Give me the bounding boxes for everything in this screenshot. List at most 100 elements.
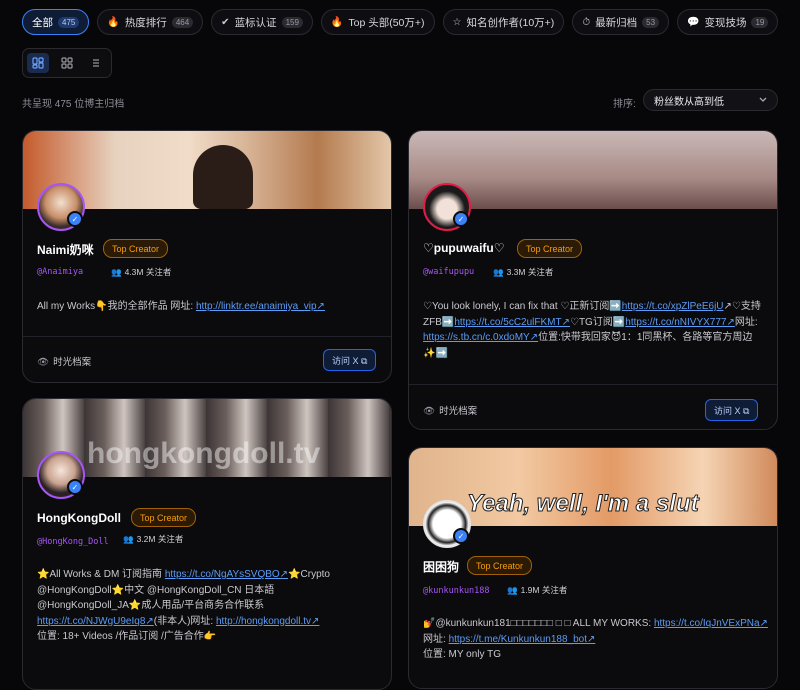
tab-count: 19	[751, 16, 769, 28]
creator-handle[interactable]: @HongKong_Doll	[37, 537, 109, 547]
list-view-button[interactable]	[85, 53, 107, 73]
follower-count-text: 1.9M 关注者	[520, 585, 568, 595]
tab-count: 159	[281, 16, 303, 28]
creator-name: Naimi奶咪	[37, 243, 94, 257]
creator-name: 困困狗	[423, 560, 460, 574]
tab-count: 464	[171, 16, 194, 28]
tab-label: 最新归档	[595, 16, 638, 29]
visit-x-button[interactable]: 访问 X ⧉	[323, 349, 377, 371]
cover-figure	[193, 145, 253, 209]
check-circle-icon: ✔	[221, 16, 230, 28]
verified-badge-icon: ✓	[67, 479, 83, 495]
follower-count: 👥 1.9M 关注者	[507, 584, 567, 596]
creator-name: HongKongDoll	[37, 511, 121, 525]
follower-count-text: 3.2M 关注者	[136, 534, 184, 544]
bio-link[interactable]: https://t.co/NJWgU9eIq8↗	[37, 616, 154, 627]
bio-text: All my Works👇我的全部作品 网址:	[37, 301, 196, 312]
creator-bio: ⭐All Works & DM 订阅指南 https://t.co/NgAYsS…	[37, 567, 379, 645]
grid-view-button[interactable]	[56, 53, 78, 73]
time-archive-link[interactable]: 👁 时光档案	[37, 354, 91, 368]
tab-top-head[interactable]: 🔥 Top 头部(50万+)	[320, 9, 435, 35]
users-icon: 👥	[111, 267, 122, 277]
bio-link[interactable]: https://t.co/nNIVYX777↗	[625, 317, 735, 328]
tab-latest-archive[interactable]: ⏱ 最新归档 53	[572, 9, 670, 35]
creator-card: Yeah, well, I'm a slut ✓ 困困狗 Top Creator…	[408, 447, 778, 689]
bio-link[interactable]: https://t.co/IqJnVExPNa↗	[654, 618, 768, 629]
visit-x-button[interactable]: 访问 X ⧉	[705, 399, 759, 421]
eye-icon: 👁	[37, 357, 50, 368]
bio-link[interactable]: https://t.co/5cC2ulFKMT↗	[454, 317, 570, 328]
masonry-icon	[32, 57, 44, 69]
tab-verified[interactable]: ✔ 蓝标认证 159	[211, 9, 313, 35]
archive-label: 时光档案	[53, 357, 92, 368]
top-creator-badge: Top Creator	[517, 239, 583, 258]
flame-icon: 🔥	[107, 16, 120, 28]
users-icon: 👥	[493, 267, 504, 277]
bio-text: ⭐All Works & DM 订阅指南	[37, 569, 165, 580]
grid-icon	[61, 57, 73, 69]
top-creator-badge: Top Creator	[103, 239, 169, 258]
cover-caption: Yeah, well, I'm a slut	[467, 490, 700, 518]
tab-label: 知名创作者(10万+)	[466, 16, 555, 29]
bio-text: 位置: 18+ Videos /作品订阅 /广告合作👉	[37, 631, 217, 642]
bio-text: 网址:	[734, 316, 758, 328]
archive-label: 时光档案	[439, 406, 478, 417]
tab-label: 全部	[32, 16, 53, 29]
tab-label: Top 头部(50万+)	[348, 16, 425, 29]
card-footer	[23, 336, 391, 337]
users-icon: 👥	[507, 585, 518, 595]
tab-all[interactable]: 全部 475	[22, 9, 90, 35]
list-icon	[93, 59, 100, 67]
creator-card: hongkongdoll.tv ✓ HongKongDoll Top Creat…	[22, 398, 392, 690]
verified-badge-icon: ✓	[453, 528, 469, 544]
bio-text: ♡TG订阅	[569, 316, 613, 328]
top-creator-badge: Top Creator	[467, 556, 533, 575]
clock-icon: ⏱	[582, 16, 591, 28]
sort-label: 排序:	[613, 99, 636, 110]
masonry-view-button[interactable]	[26, 53, 49, 73]
view-mode-switcher	[22, 48, 112, 78]
tab-label: 蓝标认证	[234, 16, 277, 29]
tab-count: 53	[642, 16, 660, 28]
bio-link[interactable]: http://hongkongdoll.tv↗	[216, 616, 319, 627]
creator-bio: All my Works👇我的全部作品 网址: http://linktr.ee…	[37, 299, 377, 315]
creator-handle[interactable]: @waifupupu	[423, 267, 474, 277]
bio-link[interactable]: http://linktr.ee/anaimiya_vip↗	[196, 301, 325, 312]
creator-handle[interactable]: @Anaimiya	[37, 267, 83, 277]
users-icon: 👥	[123, 534, 134, 544]
tab-monetization[interactable]: 💬 变现技场 19	[677, 9, 779, 35]
tab-hot-ranking[interactable]: 🔥 热度排行 464	[97, 9, 204, 35]
creator-name: ♡pupuwaifu♡	[423, 241, 505, 255]
bio-text: (非本人)网址:	[153, 615, 216, 627]
bio-link[interactable]: https://s.tb.cn/c.0xdoMY↗	[423, 332, 538, 343]
verified-badge-icon: ✓	[453, 211, 469, 227]
bio-text: ➡️	[612, 316, 626, 328]
tab-label: 热度排行	[124, 16, 167, 29]
creator-handle[interactable]: @kunkunkun188	[423, 586, 490, 596]
creator-card: ✓ ♡pupuwaifu♡ Top Creator @waifupupu 👥 3.…	[408, 130, 778, 430]
bio-link[interactable]: https://t.co/xpZlPeE6jU	[622, 301, 724, 312]
tab-famous-creators[interactable]: ☆ 知名创作者(10万+)	[442, 9, 565, 35]
bio-link[interactable]: https://t.co/NgAYsSVQBO↗	[165, 569, 288, 580]
eye-icon: 👁	[423, 406, 436, 417]
bio-text: 位置: MY only TG	[423, 649, 501, 660]
follower-count: 👥 3.2M 关注者	[123, 533, 183, 545]
star-icon: ☆	[452, 16, 462, 28]
flame-icon: 🔥	[330, 16, 344, 28]
time-archive-link[interactable]: 👁 时光档案	[423, 403, 477, 417]
chevron-down-icon	[759, 97, 767, 102]
result-count: 共呈现 475 位博主归档	[22, 99, 125, 110]
cover-watermark: hongkongdoll.tv	[87, 437, 321, 470]
tab-label: 变现技场	[704, 16, 747, 29]
sort-value: 粉丝数从高到低	[654, 96, 724, 108]
tab-count: 475	[58, 16, 80, 28]
verified-badge-icon: ✓	[67, 211, 83, 227]
chat-icon: 💬	[687, 16, 700, 28]
card-footer	[409, 384, 777, 385]
bio-text: 网址:	[423, 633, 449, 645]
bio-text: 💅@kunkunkun181□□□□□□□ □ □ ALL MY WORKS:	[423, 618, 654, 629]
follower-count: 👥 4.3M 关注者	[111, 266, 171, 278]
sort-select[interactable]: 粉丝数从高到低	[643, 89, 778, 111]
bio-link[interactable]: https://t.me/Kunkunkun188_bot↗	[449, 634, 596, 645]
creator-bio: 💅@kunkunkun181□□□□□□□ □ □ ALL MY WORKS: …	[423, 616, 768, 663]
